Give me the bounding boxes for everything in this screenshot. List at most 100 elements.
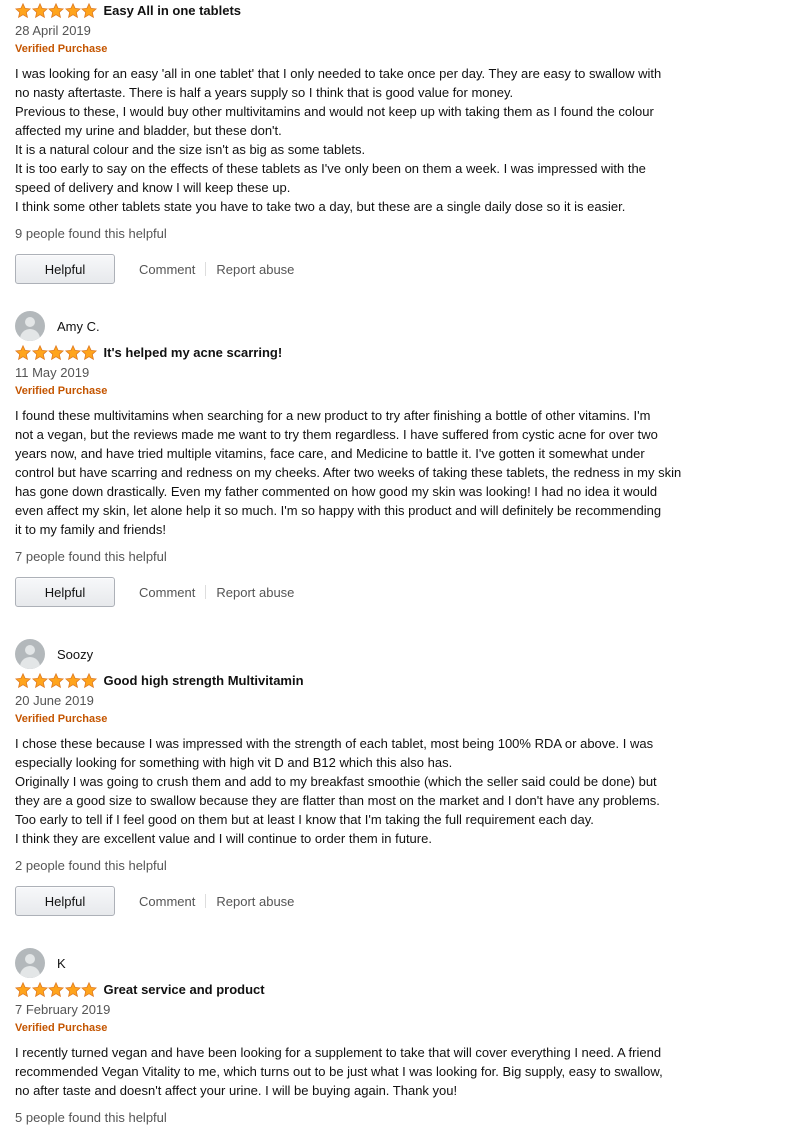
review-body-line: they are a good size to swallow because …: [15, 793, 660, 808]
review-body-line: It is a natural colour and the size isn'…: [15, 142, 366, 157]
star-icon: [48, 981, 64, 997]
review-body-line: I recently turned vegan and have been lo…: [15, 1045, 662, 1060]
review-actions: Helpful Comment Report abuse: [15, 577, 705, 607]
review-body-line: I was looking for an easy 'all in one ta…: [15, 66, 662, 81]
report-abuse-link[interactable]: Report abuse: [206, 262, 304, 277]
reviewer-profile[interactable]: K: [15, 948, 705, 978]
star-icon: [48, 344, 64, 360]
verified-purchase-badge: Verified Purchase: [15, 385, 108, 397]
star-icon: [15, 672, 31, 688]
star-icon: [81, 672, 97, 688]
avatar-head: [25, 317, 35, 327]
review-date: 28 April 2019: [15, 23, 91, 38]
helpful-button[interactable]: Helpful: [15, 254, 115, 284]
star-icon: [15, 344, 31, 360]
helpful-count: 9 people found this helpful: [15, 226, 167, 241]
review: Easy All in one tablets 28 April 2019 Veri…: [15, 1, 705, 284]
verified-purchase-badge: Verified Purchase: [15, 713, 108, 725]
star-icon: [31, 672, 48, 688]
avatar: [15, 948, 45, 978]
review-title[interactable]: It's helped my acne scarring!: [104, 345, 283, 360]
helpful-button[interactable]: Helpful: [15, 886, 115, 916]
review: Soozy Good high strength Multivitamin 20 J…: [15, 639, 705, 916]
reviewer-name[interactable]: Amy C.: [57, 319, 100, 334]
report-abuse-link[interactable]: Report abuse: [206, 894, 304, 909]
verified-purchase-badge: Verified Purchase: [15, 43, 108, 55]
star-icon: [64, 344, 81, 360]
review-body-line: Originally I was going to crush them and…: [15, 774, 657, 789]
review-body-line: especially looking for something with hi…: [15, 755, 453, 770]
review-body-line: recommended Vegan Vitality to me, which …: [15, 1064, 663, 1079]
helpful-button[interactable]: Helpful: [15, 577, 115, 607]
star-icon: [64, 672, 81, 688]
review-body-line: It is too early to say on the effects of…: [15, 161, 646, 176]
review-title[interactable]: Easy All in one tablets: [104, 3, 242, 18]
avatar-head: [25, 645, 35, 655]
review-date: 11 May 2019: [15, 365, 90, 380]
review-body-line: control but have scarring and redness on…: [15, 465, 682, 480]
review-body-line: Too early to tell if I feel good on them…: [15, 812, 594, 827]
review-body: I found these multivitamins when searchi…: [15, 406, 705, 539]
avatar: [15, 311, 45, 341]
review-body-line: speed of delivery and know I will keep t…: [15, 180, 291, 195]
review-body-line: has gone down drastically. Even my fathe…: [15, 484, 658, 499]
review-title-row: It's helped my acne scarring!: [15, 343, 705, 362]
comment-link[interactable]: Comment: [129, 262, 205, 277]
review-body-line: even affect my skin, let alone help it s…: [15, 503, 662, 518]
star-icon: [48, 672, 64, 688]
review-title-row: Good high strength Multivitamin: [15, 671, 705, 690]
reviewer-profile[interactable]: Amy C.: [15, 311, 705, 341]
review-date: 7 February 2019: [15, 1002, 111, 1017]
star-rating[interactable]: [15, 2, 98, 19]
report-abuse-link[interactable]: Report abuse: [206, 585, 304, 600]
reviewer-name[interactable]: Soozy: [57, 647, 93, 662]
review-body-line: not a vegan, but the reviews made me wan…: [15, 427, 658, 442]
star-rating[interactable]: [15, 344, 98, 361]
avatar-body: [20, 657, 40, 669]
review: K Great service and product 7 February 201…: [15, 948, 705, 1129]
verified-purchase-badge: Verified Purchase: [15, 1022, 108, 1034]
comment-link[interactable]: Comment: [129, 585, 205, 600]
star-icon: [64, 2, 81, 18]
star-rating[interactable]: [15, 981, 98, 998]
star-icon: [15, 981, 31, 997]
star-icon: [81, 344, 97, 360]
star-icon: [31, 981, 48, 997]
review-body-line: I chose these because I was impressed wi…: [15, 736, 654, 751]
avatar-body: [20, 966, 40, 978]
helpful-count: 7 people found this helpful: [15, 549, 167, 564]
review-body: I chose these because I was impressed wi…: [15, 734, 705, 848]
review-body-line: years now, and have tried multiple vitam…: [15, 446, 645, 461]
star-icon: [64, 981, 81, 997]
reviewer-profile[interactable]: Soozy: [15, 639, 705, 669]
reviewer-name[interactable]: K: [57, 956, 66, 971]
review-body-line: I found these multivitamins when searchi…: [15, 408, 651, 423]
review-body-line: no after taste and doesn't affect your u…: [15, 1083, 458, 1098]
review-body: I was looking for an easy 'all in one ta…: [15, 64, 705, 216]
review-date: 20 June 2019: [15, 693, 94, 708]
review-body-line: Previous to these, I would buy other mul…: [15, 104, 654, 119]
avatar-head: [25, 954, 35, 964]
avatar: [15, 639, 45, 669]
review-body-line: no nasty aftertaste. There is half a yea…: [15, 85, 514, 100]
star-icon: [15, 2, 31, 18]
review-actions: Helpful Comment Report abuse: [15, 254, 705, 284]
review-title[interactable]: Good high strength Multivitamin: [104, 673, 304, 688]
comment-link[interactable]: Comment: [129, 894, 205, 909]
star-icon: [81, 2, 97, 18]
star-rating[interactable]: [15, 672, 98, 689]
review-body: I recently turned vegan and have been lo…: [15, 1043, 705, 1100]
star-icon: [31, 2, 48, 18]
review: Amy C. It's helped my acne scarring! 11 Ma…: [15, 311, 705, 607]
review-body-line: it to my family and friends!: [15, 522, 166, 537]
avatar-body: [20, 329, 40, 341]
review-body-line: I think they are excellent value and I w…: [15, 831, 432, 846]
review-title[interactable]: Great service and product: [104, 982, 265, 997]
review-title-row: Easy All in one tablets: [15, 1, 705, 20]
review-body-line: affected my urine and bladder, but these…: [15, 123, 282, 138]
helpful-count: 5 people found this helpful: [15, 1110, 167, 1125]
review-actions: Helpful Comment Report abuse: [15, 886, 705, 916]
star-icon: [81, 981, 97, 997]
star-icon: [31, 344, 48, 360]
helpful-count: 2 people found this helpful: [15, 858, 167, 873]
